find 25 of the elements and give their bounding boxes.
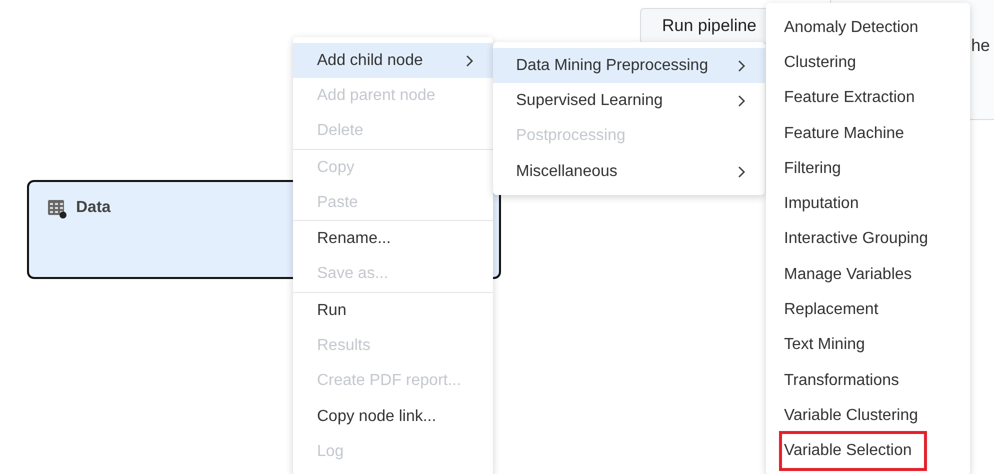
menu-item[interactable]: Clustering bbox=[782, 46, 868, 80]
chevron-right-icon bbox=[465, 54, 475, 67]
menu-item[interactable]: Transformations bbox=[782, 364, 911, 398]
menu-item[interactable]: Variable Selection bbox=[782, 434, 924, 468]
chevron-right-icon bbox=[737, 60, 747, 72]
menu-item[interactable]: Rename... bbox=[293, 221, 493, 257]
menu-item[interactable]: Imputation bbox=[782, 187, 871, 222]
menu-item[interactable]: Supervised Learning bbox=[493, 83, 765, 119]
menu-item[interactable]: Copy node link... bbox=[293, 398, 493, 434]
menu-item[interactable]: Text Mining bbox=[782, 328, 877, 362]
menu-item[interactable]: Filtering bbox=[782, 152, 853, 186]
menu-item[interactable]: Manage Variables bbox=[782, 258, 924, 292]
menu-item[interactable]: Feature Machine bbox=[782, 116, 916, 151]
menu-item[interactable]: Variable Clustering bbox=[782, 398, 930, 433]
node-title: Data bbox=[76, 199, 111, 217]
menu-item[interactable]: Interactive Grouping bbox=[782, 222, 940, 256]
menu-item[interactable]: Data Mining Preprocessing bbox=[493, 48, 765, 84]
table-icon bbox=[47, 199, 67, 219]
menu-item[interactable]: Run bbox=[293, 293, 493, 328]
menu-item[interactable]: Feature Extraction bbox=[782, 81, 927, 116]
chevron-right-icon bbox=[737, 94, 747, 107]
panel-text: he bbox=[971, 36, 991, 57]
menu-item[interactable]: Add child node bbox=[293, 43, 493, 78]
chevron-right-icon bbox=[737, 166, 747, 178]
menu-item[interactable]: Replacement bbox=[782, 293, 890, 328]
